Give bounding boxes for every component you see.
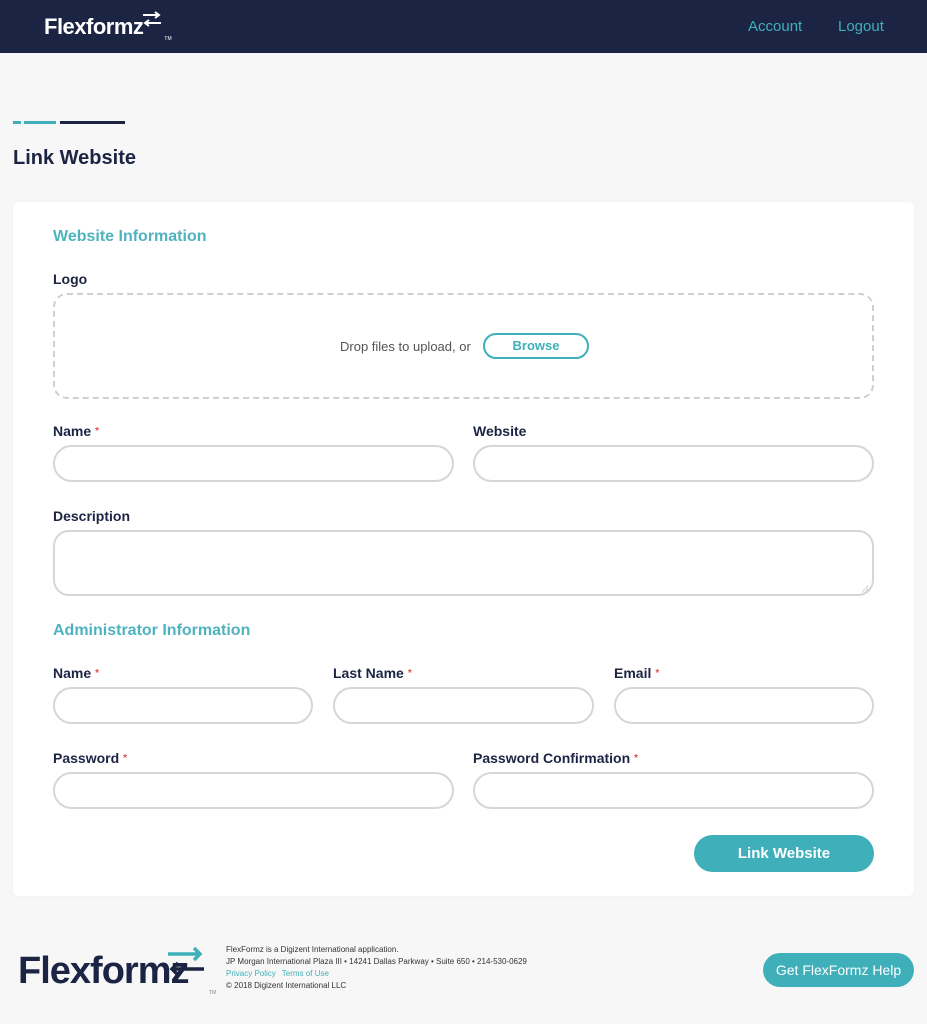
password-confirmation-input[interactable] — [473, 772, 874, 809]
password-label: Password * — [53, 750, 128, 766]
required-marker: * — [95, 426, 100, 437]
required-marker: * — [95, 668, 100, 679]
page-title: Link Website — [13, 147, 136, 169]
website-url-input[interactable] — [473, 445, 874, 482]
logo-label: Logo — [53, 271, 88, 287]
title-decoration — [13, 121, 21, 124]
password-input[interactable] — [53, 772, 454, 809]
footer-links: Privacy Policy Terms of Use — [226, 968, 527, 980]
swap-arrows-icon — [143, 11, 162, 27]
nav-account-link[interactable]: Account — [748, 18, 802, 35]
required-marker: * — [123, 753, 128, 764]
link-website-form: Website Information Logo Drop files to u… — [13, 202, 914, 896]
swap-arrows-icon — [168, 946, 204, 977]
admin-name-input[interactable] — [53, 687, 313, 724]
get-help-button[interactable]: Get FlexFormz Help — [763, 953, 914, 987]
dropzone-text: Drop files to upload, or — [340, 339, 471, 354]
footer-brand-name: Flexformz — [18, 950, 189, 992]
admin-name-label: Name * — [53, 665, 100, 681]
admin-last-name-input[interactable] — [333, 687, 594, 724]
required-marker: * — [634, 753, 639, 764]
admin-email-input[interactable] — [614, 687, 874, 724]
required-marker: * — [407, 668, 412, 679]
description-textarea[interactable] — [53, 530, 874, 596]
nav-logout-link[interactable]: Logout — [838, 18, 884, 35]
footer-trademark: TM — [209, 990, 217, 996]
admin-last-name-label: Last Name * — [333, 665, 412, 681]
admin-email-label: Email * — [614, 665, 660, 681]
privacy-policy-link[interactable]: Privacy Policy — [226, 969, 276, 978]
footer-logo: Flexformz TM — [18, 945, 216, 997]
link-website-submit-button[interactable]: Link Website — [694, 835, 874, 872]
title-decoration — [60, 121, 125, 124]
browse-button[interactable]: Browse — [483, 333, 589, 359]
website-name-input[interactable] — [53, 445, 454, 482]
password-confirmation-label: Password Confirmation * — [473, 750, 639, 766]
footer-address: JP Morgan International Plaza III • 1424… — [226, 957, 527, 966]
brand-name: Flexformz — [44, 14, 144, 39]
website-url-label: Website — [473, 423, 527, 439]
trademark-mark: TM — [164, 36, 172, 42]
brand-logo[interactable]: Flexformz TM — [44, 11, 172, 42]
top-navigation-bar: Flexformz TM Account Logout — [0, 0, 927, 53]
resize-grip-icon[interactable] — [861, 585, 869, 593]
logo-dropzone[interactable]: Drop files to upload, or Browse — [53, 293, 874, 399]
title-decoration — [24, 121, 56, 124]
website-name-label: Name * — [53, 423, 100, 439]
required-marker: * — [655, 668, 660, 679]
terms-of-use-link[interactable]: Terms of Use — [282, 969, 329, 978]
description-label: Description — [53, 508, 131, 524]
footer-tagline: FlexFormz is a Digizent International ap… — [226, 945, 399, 954]
website-information-heading: Website Information — [53, 228, 207, 245]
footer-copyright: © 2018 Digizent International LLC — [226, 981, 347, 990]
administrator-information-heading: Administrator Information — [53, 622, 251, 639]
footer-info: FlexFormz is a Digizent International ap… — [226, 944, 527, 992]
